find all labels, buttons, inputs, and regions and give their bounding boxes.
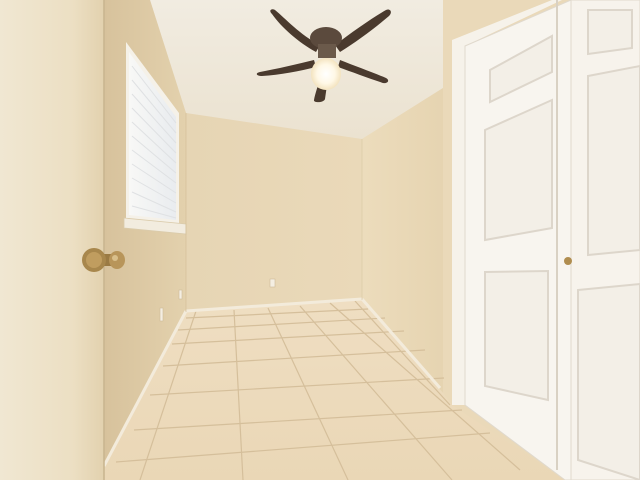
wall-outlet-left-lower: [159, 307, 164, 322]
closet-knob: [564, 257, 572, 265]
room-photo: [0, 0, 640, 480]
wall-outlet: [269, 278, 276, 288]
wall-outlet-left: [178, 289, 183, 300]
room-illustration: [0, 0, 640, 480]
open-door: [0, 0, 104, 480]
